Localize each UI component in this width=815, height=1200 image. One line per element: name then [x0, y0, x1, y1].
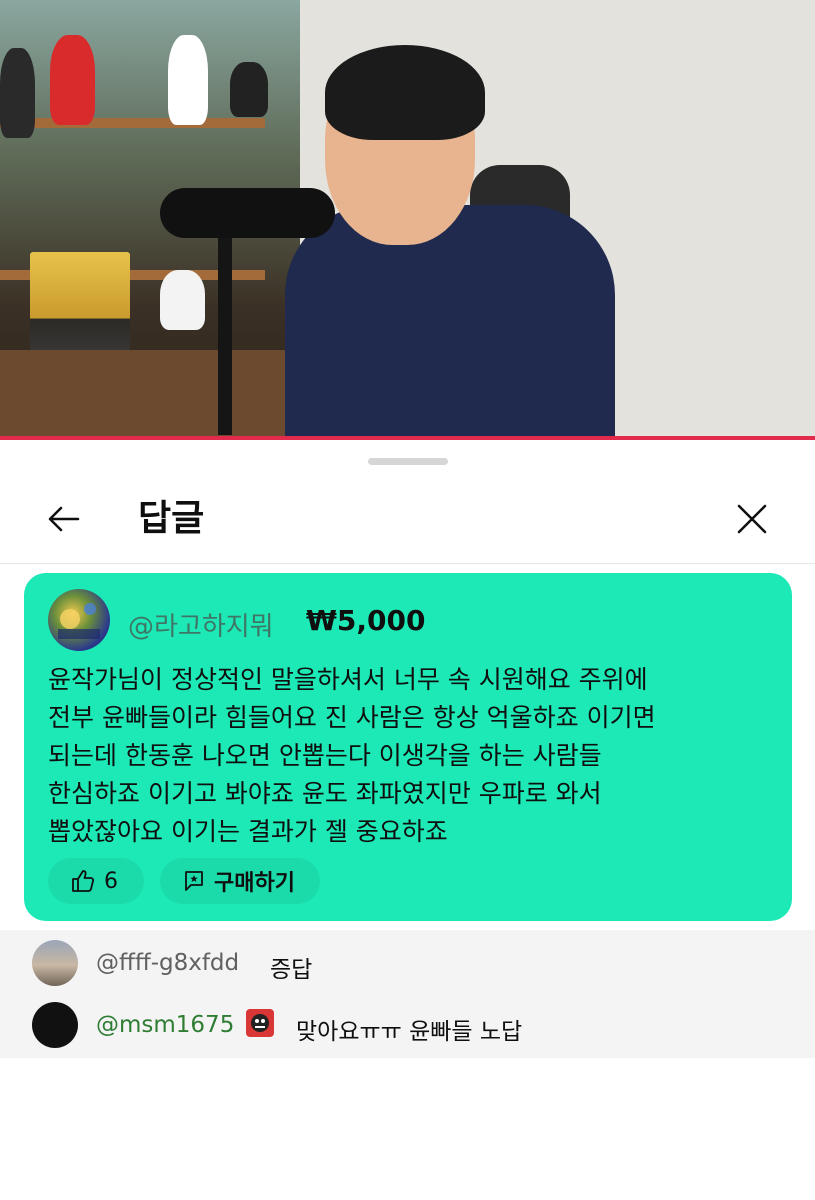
video-shelf	[0, 118, 265, 128]
reply-author[interactable]: @msm1675	[96, 1012, 234, 1038]
avatar[interactable]	[48, 589, 110, 651]
video-player[interactable]	[0, 0, 815, 440]
sheet-title: 답글	[138, 498, 205, 539]
video-person-shirt	[285, 205, 615, 440]
super-chat-amount: ₩5,000	[306, 604, 426, 637]
replies-sheet: 답글 @라고하지뭐 ₩5,000 윤작가님이 정상적인 말을하셔서 너무 속 시…	[0, 440, 815, 1200]
sheet-header: 답글	[0, 475, 815, 564]
like-button[interactable]: 6	[48, 858, 144, 904]
avatar-image-icon	[58, 603, 100, 639]
video-figure	[0, 48, 35, 138]
video-person-hair	[325, 45, 485, 140]
super-chat-author[interactable]: @라고하지뭐	[128, 606, 274, 643]
like-count: 6	[104, 868, 118, 894]
video-desk	[0, 350, 300, 440]
video-figure	[168, 35, 208, 125]
reply-author[interactable]: @ffff-g8xfdd	[96, 950, 239, 976]
avatar[interactable]	[32, 940, 78, 986]
super-chat-card: @라고하지뭐 ₩5,000 윤작가님이 정상적인 말을하셔서 너무 속 시원해요…	[24, 573, 792, 921]
buy-label: 구매하기	[214, 871, 295, 896]
back-button[interactable]	[40, 495, 88, 543]
reply-list: @ffff-g8xfdd 증답 @msm1675 맞아요ㅠㅠ 윤빠들 노답	[0, 930, 815, 1058]
video-figure	[160, 270, 205, 330]
super-chat-message: 윤작가님이 정상적인 말을하셔서 너무 속 시원해요 주위에 전부 윤빠들이라 …	[48, 665, 656, 846]
sheet-drag-handle[interactable]	[368, 458, 448, 465]
video-book	[30, 252, 130, 362]
avatar[interactable]	[32, 1002, 78, 1048]
member-badge-icon	[246, 1009, 274, 1037]
arrow-left-icon	[48, 506, 80, 532]
reply-text: 맞아요ㅠㅠ 윤빠들 노답	[296, 1019, 523, 1045]
list-item: @msm1675 맞아요ㅠㅠ 윤빠들 노답	[0, 994, 815, 1054]
purchase-flag-icon	[185, 871, 203, 891]
video-figure	[230, 62, 268, 117]
thumbs-up-icon	[72, 870, 95, 892]
reply-text: 증답	[270, 957, 313, 983]
list-item: @ffff-g8xfdd 증답	[0, 932, 815, 992]
video-microphone	[160, 188, 335, 238]
video-figure	[50, 35, 95, 125]
close-icon	[737, 504, 767, 534]
buy-button[interactable]: 구매하기	[160, 858, 320, 904]
close-button[interactable]	[728, 495, 776, 543]
video-mic-arm	[218, 235, 232, 435]
